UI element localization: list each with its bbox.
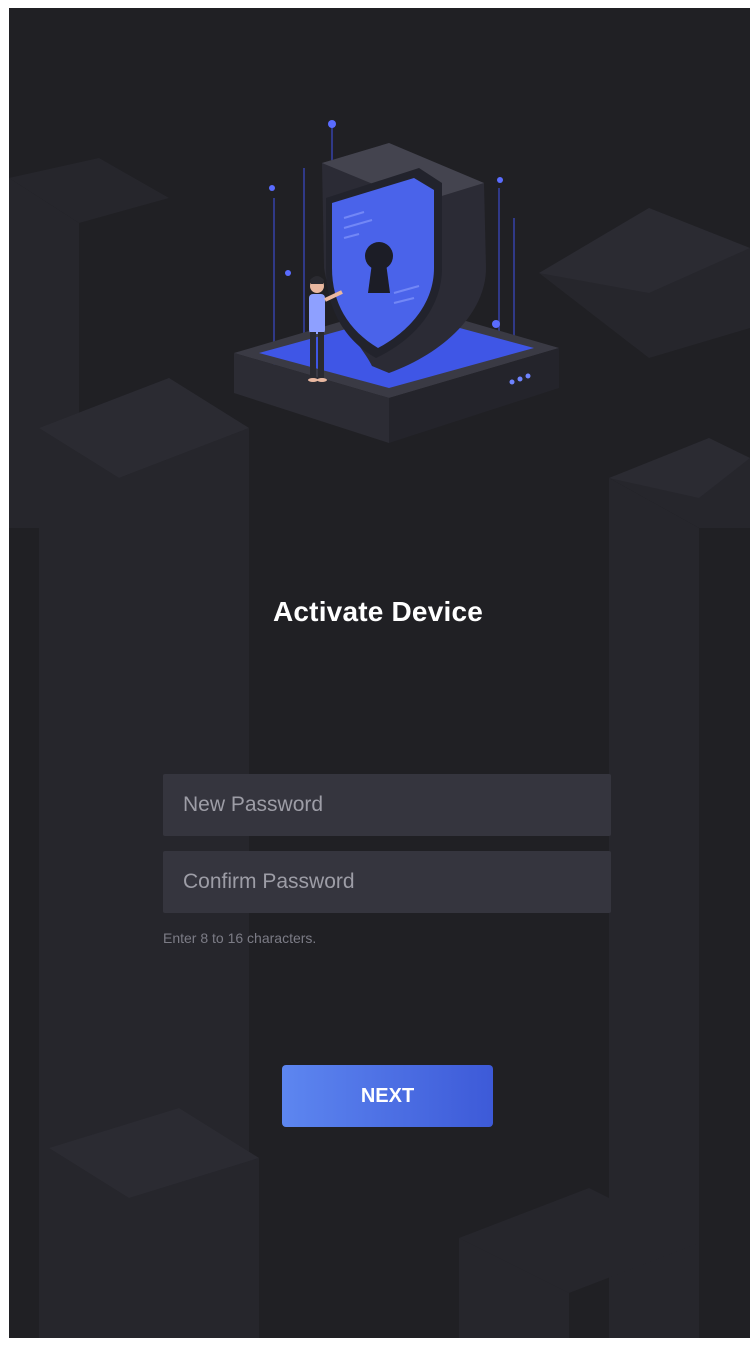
next-button[interactable]: NEXT — [282, 1065, 493, 1127]
new-password-field[interactable] — [163, 774, 611, 836]
confirm-password-field[interactable] — [163, 851, 611, 913]
confirm-password-input[interactable] — [183, 851, 611, 913]
new-password-input[interactable] — [183, 774, 611, 836]
activation-screen — [9, 8, 750, 1338]
password-hint: Enter 8 to 16 characters. — [163, 930, 317, 946]
security-shield-illustration — [234, 120, 559, 443]
page-title: Activate Device — [272, 596, 483, 627]
